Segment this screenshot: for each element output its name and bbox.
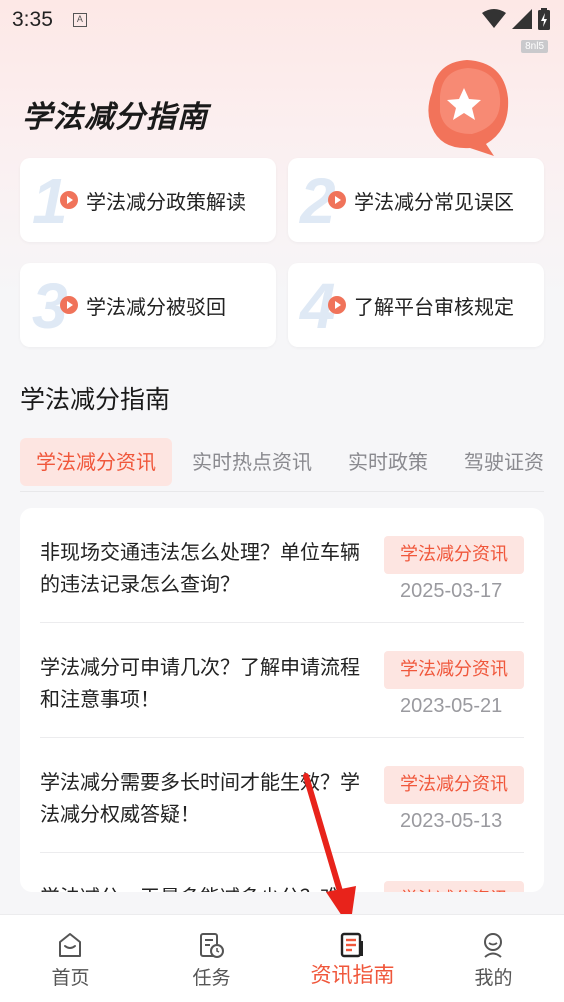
feature-label: 学法减分被驳回 — [86, 295, 226, 319]
news-title: 学法减分可申请几次？了解申请流程和注意事项！ — [40, 655, 360, 711]
bottom-navigation: 首页 任务 资讯指南 我的 — [0, 914, 564, 1002]
news-tag: 学法减分资讯 — [384, 536, 524, 574]
nav-tasks[interactable]: 任务 — [141, 915, 282, 1002]
news-date: 2023-05-21 — [400, 695, 503, 717]
list-item[interactable]: 学法减分可申请几次？了解申请流程和注意事项！ 学法减分资讯 2023-05-21 — [40, 623, 524, 738]
hero-title: 学法减分指南 — [22, 100, 208, 135]
nav-label: 任务 — [192, 967, 231, 989]
tab-license-news[interactable]: 驾驶证资 — [464, 438, 544, 486]
news-tag: 学法减分资讯 — [384, 766, 524, 804]
news-date: 2025-03-17 — [400, 580, 503, 602]
feature-label: 了解平台审核规定 — [354, 295, 514, 319]
feature-label: 学法减分政策解读 — [86, 190, 246, 214]
news-date: 2023-05-13 — [400, 810, 503, 832]
red-arrow-annotation — [303, 773, 356, 928]
feature-card-policy[interactable]: 1 学法减分政策解读 — [20, 158, 276, 242]
build-watermark: 8nl5 — [521, 40, 548, 53]
list-item[interactable]: 非现场交通违法怎么处理？单位车辆的违法记录怎么查询？ 学法减分资讯 2025-0… — [40, 508, 524, 623]
play-icon — [60, 296, 78, 314]
list-item[interactable]: 学法减分需要多长时间才能生效？学法减分权威答疑！ 学法减分资讯 2023-05-… — [40, 738, 524, 853]
status-bar: 3:35 A — [0, 0, 564, 40]
nav-profile[interactable]: 我的 — [423, 915, 564, 1002]
tab-law-study-news[interactable]: 学法减分资讯 — [20, 438, 172, 486]
nav-label: 首页 — [51, 967, 90, 989]
wifi-icon — [482, 9, 506, 28]
feature-card-rejected[interactable]: 3 学法减分被驳回 — [20, 263, 276, 347]
tab-realtime-policy[interactable]: 实时政策 — [348, 438, 428, 486]
nav-label: 资讯指南 — [310, 963, 395, 987]
play-icon — [60, 191, 78, 209]
profile-icon — [484, 933, 502, 958]
feature-card-misconceptions[interactable]: 2 学法减分常见误区 — [288, 158, 544, 242]
task-icon — [200, 933, 224, 958]
nav-news-guide[interactable]: 资讯指南 — [282, 915, 423, 1002]
tab-hot-news[interactable]: 实时热点资讯 — [192, 438, 312, 486]
news-tag: 学法减分资讯 — [384, 881, 524, 892]
nav-label: 我的 — [474, 967, 513, 989]
section-title: 学法减分指南 — [20, 385, 171, 414]
news-title: 非现场交通违法怎么处理？单位车辆的违法记录怎么查询？ — [40, 540, 360, 596]
feature-card-review-rules[interactable]: 4 了解平台审核规定 — [288, 263, 544, 347]
nav-home[interactable]: 首页 — [0, 915, 141, 1002]
news-tag: 学法减分资讯 — [384, 651, 524, 689]
star-badge-decoration — [428, 60, 509, 156]
notification-indicator: A — [72, 13, 87, 27]
feature-label: 学法减分常见误区 — [354, 190, 514, 214]
play-icon — [328, 296, 346, 314]
list-item[interactable]: 学法减分一天最多能减多少分？难 学法减分资讯 — [40, 853, 524, 892]
play-icon — [328, 191, 346, 209]
status-time: 3:35 — [12, 8, 53, 31]
home-icon — [59, 933, 81, 957]
signal-icon — [512, 9, 532, 29]
news-guide-icon — [340, 932, 363, 958]
news-list: 非现场交通违法怎么处理？单位车辆的违法记录怎么查询？ 学法减分资讯 2025-0… — [20, 508, 544, 892]
status-icons — [482, 8, 550, 30]
battery-icon — [538, 8, 550, 30]
category-tabs: 学法减分资讯 实时热点资讯 实时政策 驾驶证资 — [20, 438, 544, 492]
